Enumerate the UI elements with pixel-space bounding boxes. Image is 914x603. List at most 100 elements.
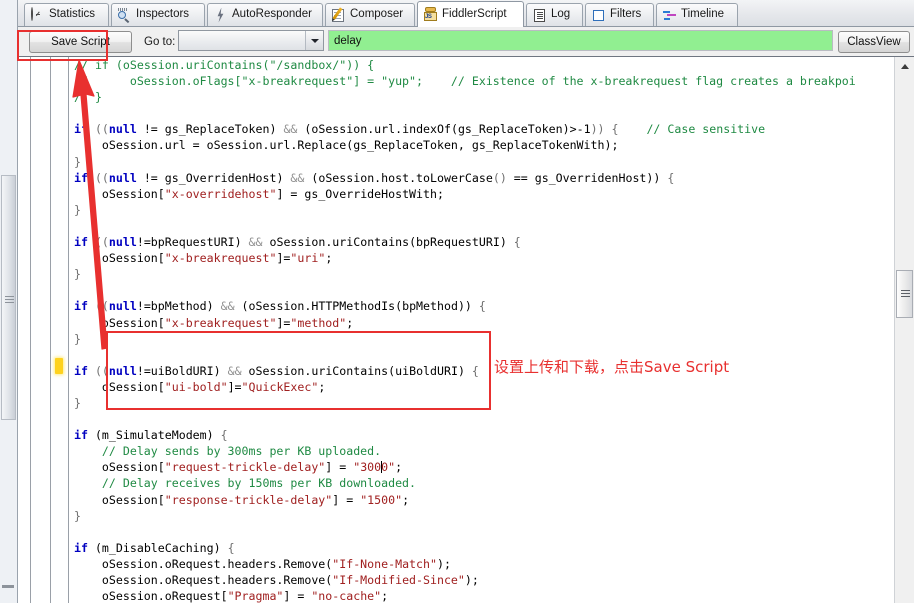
code-line: } xyxy=(74,395,894,411)
code-token: { xyxy=(220,428,228,443)
code-token: oSession[ xyxy=(74,379,165,394)
scrollbar-grip-icon xyxy=(901,290,910,299)
code-token: ] = xyxy=(332,492,361,507)
annotation-note: 设置上传和下载，点击Save Script xyxy=(494,358,730,376)
code-token: ] = xyxy=(283,589,312,603)
bookmark-marker-icon[interactable] xyxy=(55,358,63,374)
tab-label: FiddlerScript xyxy=(442,7,507,20)
scroll-up-icon[interactable] xyxy=(896,58,913,74)
code-token: ); xyxy=(464,573,479,587)
log-icon xyxy=(532,8,547,23)
code-line: // Delay receives by 150ms per KB downlo… xyxy=(74,475,894,491)
code-line: if (m_SimulateModem) { xyxy=(74,427,894,443)
code-token: // oSession.oFlags["x-breakrequest"] = "… xyxy=(74,74,856,89)
code-token: oSession.uriContains(bpRequestURI) xyxy=(262,235,514,250)
code-token: null xyxy=(108,170,137,185)
code-token: if xyxy=(74,299,95,314)
scrollbar-grip-icon xyxy=(5,296,14,304)
tab-inspectors[interactable]: Inspectors xyxy=(111,3,205,26)
code-line: oSession["ui-bold"]="QuickExec"; xyxy=(74,379,894,395)
code-token: ; xyxy=(346,315,354,330)
code-token: // xyxy=(74,58,95,72)
magnify-icon xyxy=(117,7,132,23)
tab-label: Filters xyxy=(610,8,642,21)
code-token: "ui-bold" xyxy=(164,379,228,394)
chevron-down-icon[interactable] xyxy=(305,31,323,50)
code-token: !=bpRequestURI) xyxy=(136,235,249,250)
goto-dropdown[interactable] xyxy=(178,30,324,51)
code-token: ]= xyxy=(276,315,291,330)
code-line: if ((null!=uiBoldURI) && oSession.uriCon… xyxy=(74,363,894,379)
code-line: oSession.oRequest["Pragma"] = "no-cache"… xyxy=(74,588,894,603)
code-line: oSession["response-trickle-delay"] = "15… xyxy=(74,492,894,508)
timeline-icon xyxy=(662,8,677,23)
code-token: ]= xyxy=(276,251,291,266)
code-token: if (oSession.uriContains("/sandbox/")) { xyxy=(94,58,375,72)
code-token: ; xyxy=(325,251,333,266)
code-line: } xyxy=(74,508,894,524)
code-token: oSession.oRequest[ xyxy=(74,589,228,603)
background-window-scrollbar[interactable] xyxy=(1,175,16,420)
tab-label: Timeline xyxy=(681,8,725,21)
tab-timeline[interactable]: Timeline xyxy=(656,3,738,26)
code-token: // Case sensitive xyxy=(646,122,766,137)
background-window-marker xyxy=(2,585,14,588)
fiddlerscript-window: Statistics Inspectors AutoResponder Comp… xyxy=(0,0,914,603)
code-token: 1 xyxy=(583,122,591,137)
code-token: )) xyxy=(590,122,612,137)
code-line: // } xyxy=(74,89,894,105)
search-input[interactable]: delay xyxy=(328,30,833,51)
scrollbar-thumb[interactable] xyxy=(896,270,913,318)
code-token: (oSession.host.toLowerCase xyxy=(304,170,493,185)
script-editor: // if (oSession.uriContains("/sandbox/")… xyxy=(18,56,914,603)
code-token: "1500" xyxy=(360,492,403,507)
code-token: if xyxy=(74,170,95,185)
code-token: null xyxy=(108,299,137,314)
classview-button[interactable]: ClassView xyxy=(838,31,910,53)
tab-fiddlerscript[interactable]: JS FiddlerScript xyxy=(417,1,524,27)
code-token: } xyxy=(74,202,81,217)
search-input-value: delay xyxy=(334,34,362,47)
code-token: // Delay sends by 300ms per KB uploaded. xyxy=(74,444,382,459)
tab-composer[interactable]: Composer xyxy=(325,3,415,26)
editor-vertical-scrollbar[interactable] xyxy=(894,57,914,603)
code-token: (m_SimulateModem) xyxy=(94,428,221,443)
code-token: !=uiBoldURI) xyxy=(136,363,228,378)
tab-filters[interactable]: Filters xyxy=(585,3,654,26)
code-token: "If-None-Match" xyxy=(332,556,437,571)
tab-log[interactable]: Log xyxy=(526,3,583,26)
code-token: oSession[ xyxy=(74,460,165,475)
code-line: if ((null!=bpRequestURI) && oSession.uri… xyxy=(74,234,894,250)
save-script-button[interactable]: Save Script xyxy=(29,31,132,53)
tab-label: Statistics xyxy=(49,8,96,21)
code-token: (m_DisableCaching) xyxy=(94,540,228,555)
code-token: "300 xyxy=(353,460,382,475)
code-line: // Delay sends by 300ms per KB uploaded. xyxy=(74,443,894,459)
code-text[interactable]: // if (oSession.uriContains("/sandbox/")… xyxy=(74,57,894,603)
code-line: oSession["x-breakrequest"]="method"; xyxy=(74,315,894,331)
tab-autoresponder[interactable]: AutoResponder xyxy=(207,3,323,26)
code-line: oSession.oRequest.headers.Remove("If-Mod… xyxy=(74,572,894,588)
script-toolbar: Save Script Go to: delay ClassView xyxy=(18,27,914,56)
gutter-divider xyxy=(30,57,31,603)
code-token: } xyxy=(74,395,81,410)
code-line: } xyxy=(74,202,894,218)
code-token: if xyxy=(74,540,95,555)
code-token: (( xyxy=(94,170,109,185)
code-line: oSession["x-breakrequest"]="uri"; xyxy=(74,250,894,266)
tab-label: Composer xyxy=(350,8,404,21)
code-token: "no-cache" xyxy=(311,589,382,603)
tab-statistics[interactable]: Statistics xyxy=(24,3,109,26)
code-token: oSession.oRequest.headers.Remove( xyxy=(74,573,333,587)
code-token: { xyxy=(227,540,235,555)
code-token: null xyxy=(108,235,137,250)
code-token: if xyxy=(74,363,95,378)
code-token: (( xyxy=(94,235,109,250)
code-line: if ((null != gs_OverridenHost) && (oSess… xyxy=(74,170,894,186)
code-token: "x-breakrequest" xyxy=(164,315,277,330)
